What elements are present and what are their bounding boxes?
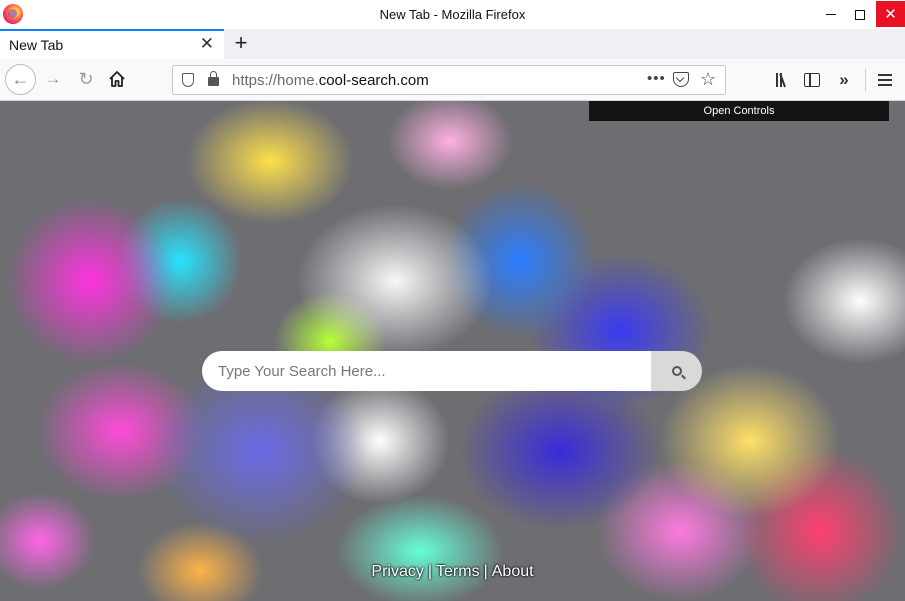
search-button[interactable]: [651, 351, 702, 391]
maximize-button[interactable]: [845, 0, 874, 29]
back-button[interactable]: ←: [5, 64, 36, 95]
search-input[interactable]: [202, 351, 651, 391]
window-title: New Tab - Mozilla Firefox: [379, 7, 526, 22]
terms-link[interactable]: Terms: [436, 563, 480, 580]
overflow-menu-button[interactable]: »: [835, 69, 853, 91]
url-host: cool-search.com: [318, 72, 429, 89]
lock-icon[interactable]: [208, 71, 219, 86]
page-background: Open Controls Privacy|Terms|About: [0, 101, 905, 601]
new-tab-button[interactable]: +: [229, 30, 253, 56]
arrow-left-icon: ←: [11, 69, 30, 89]
minimize-button[interactable]: [816, 0, 845, 29]
footer-separator: |: [427, 563, 433, 580]
close-window-button[interactable]: ✕: [876, 1, 905, 27]
minimize-icon: [825, 14, 836, 15]
close-icon: ✕: [884, 6, 897, 23]
forward-button[interactable]: →: [41, 67, 65, 91]
pocket-icon[interactable]: [673, 72, 689, 87]
library-icon: [776, 73, 786, 88]
open-controls-button[interactable]: Open Controls: [589, 101, 889, 121]
search-bar: [202, 351, 702, 391]
sidebar-icon: [804, 73, 820, 87]
arrow-right-icon: →: [44, 69, 62, 88]
library-button[interactable]: [771, 69, 791, 91]
navigation-toolbar: ← → ↻ https://home.cool-search.com ••• ☆…: [0, 59, 905, 101]
home-icon: [109, 71, 125, 87]
search-icon: [671, 366, 682, 376]
home-button[interactable]: [105, 67, 129, 91]
url-prefix: https://home.: [232, 72, 319, 89]
privacy-link[interactable]: Privacy: [371, 563, 423, 580]
sidebar-button[interactable]: [803, 69, 821, 91]
reload-button[interactable]: ↻: [74, 67, 98, 91]
tab-new-tab[interactable]: New Tab ✕: [0, 29, 224, 59]
url-text[interactable]: https://home.cool-search.com: [232, 72, 429, 89]
hamburger-menu-icon[interactable]: [876, 69, 894, 91]
toolbar-separator: [865, 69, 866, 91]
reload-icon: ↻: [78, 68, 94, 89]
tab-label: New Tab: [9, 37, 64, 53]
tab-close-icon[interactable]: ✕: [200, 35, 214, 53]
window-titlebar: New Tab - Mozilla Firefox ✕: [0, 0, 905, 29]
footer-links: Privacy | Terms | About: [0, 563, 905, 581]
about-link[interactable]: About: [492, 563, 534, 580]
footer-separator: |: [483, 563, 488, 580]
page-actions-icon[interactable]: •••: [647, 70, 666, 87]
shield-icon[interactable]: [182, 73, 194, 87]
star-icon[interactable]: ☆: [700, 69, 716, 90]
maximize-icon: [854, 9, 865, 20]
tab-strip: New Tab ✕ +: [0, 29, 905, 59]
url-bar[interactable]: https://home.cool-search.com ••• ☆: [172, 65, 726, 95]
chevron-double-right-icon: »: [839, 70, 849, 89]
